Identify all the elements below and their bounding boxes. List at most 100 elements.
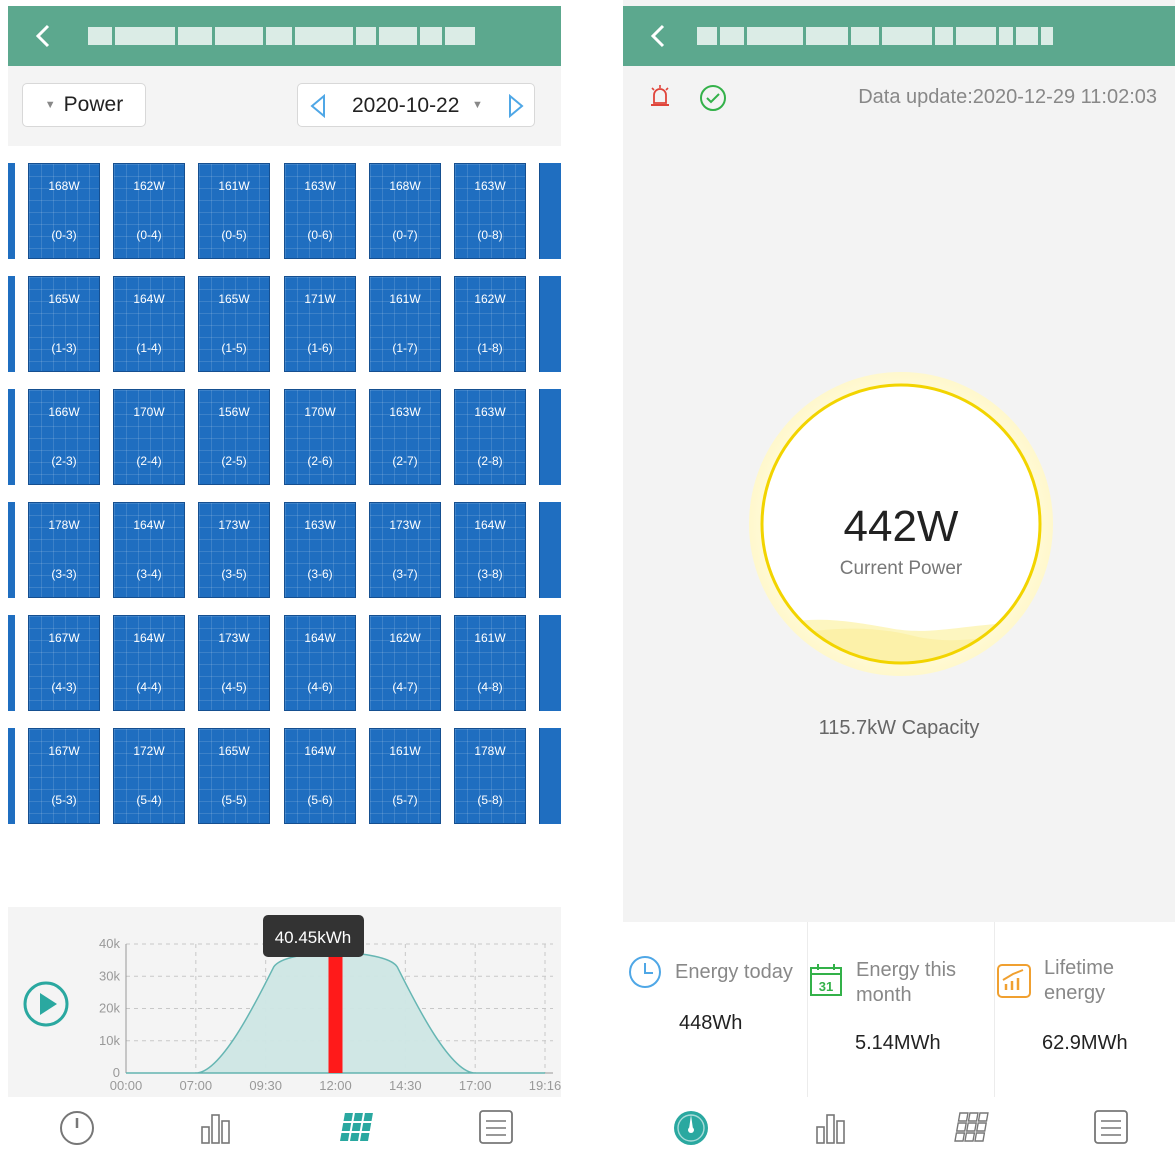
solar-panel[interactable]: 168W (0-3) [28,163,100,259]
lifetime-energy-card[interactable]: Lifetime energy 62.9MWh [995,922,1175,1097]
panel-power: 161W [389,744,421,758]
solar-panel[interactable]: 171W (1-6) [284,276,356,372]
panel-id: (5-7) [392,793,418,807]
solar-panel[interactable]: 161W (1-7) [369,276,441,372]
dashboard-icon[interactable] [669,1107,713,1147]
filter-toolbar: ▼ Power 2020-10-22 ▼ [8,66,561,146]
panel-power: 165W [218,744,250,758]
solar-panel[interactable]: 161W (4-8) [454,615,526,711]
panel-id: (1-5) [221,341,247,355]
alarm-icon[interactable] [649,84,671,108]
status-ok-icon[interactable] [699,84,727,112]
solar-panel[interactable]: 163W (0-8) [454,163,526,259]
calendar-icon: 31 [810,964,842,996]
solar-panel[interactable]: 161W (5-7) [369,728,441,824]
dashboard-icon[interactable] [55,1107,99,1147]
next-day-icon[interactable] [506,94,526,118]
back-arrow-icon[interactable] [30,22,58,50]
energy-month-card[interactable]: 31 Energy this month 5.14MWh [808,922,994,1097]
panel-power: 163W [474,179,506,193]
bottom-navigation [623,1097,1175,1153]
solar-panel[interactable]: 165W (1-5) [198,276,270,372]
panel-power: 162W [474,292,506,306]
solar-panel[interactable]: 161W (0-5) [198,163,270,259]
energy-today-card[interactable]: Energy today 448Wh [623,922,807,1097]
solar-panel[interactable]: 164W (3-4) [113,502,185,598]
solar-panel[interactable]: 164W (5-6) [284,728,356,824]
previous-day-icon[interactable] [308,94,328,118]
x-tick-label: 00:00 [110,1078,143,1093]
panel-power: 173W [218,518,250,532]
bar-chart-icon[interactable] [809,1107,853,1147]
x-tick-label: 17:00 [459,1078,492,1093]
solar-panel[interactable]: 164W (3-8) [454,502,526,598]
back-arrow-icon[interactable] [645,22,673,50]
page-title [697,24,1053,48]
panels-icon[interactable] [334,1107,378,1147]
solar-panel[interactable]: 173W (3-5) [198,502,270,598]
y-tick-label: 20k [99,1001,120,1016]
panel-power: 168W [389,179,421,193]
panel-id: (4-7) [392,680,418,694]
solar-panel[interactable]: 168W (0-7) [369,163,441,259]
solar-panel[interactable]: 163W (0-6) [284,163,356,259]
panel-id: (3-3) [51,567,77,581]
panel-power: 162W [133,179,165,193]
solar-panel[interactable]: 170W (2-6) [284,389,356,485]
panel-id: (4-4) [136,680,162,694]
panel-power: 163W [474,405,506,419]
solar-panel[interactable]: 178W (3-3) [28,502,100,598]
solar-panel[interactable]: 162W (0-4) [113,163,185,259]
solar-panel[interactable]: 165W (5-5) [198,728,270,824]
solar-panel[interactable]: 167W (4-3) [28,615,100,711]
solar-panel[interactable]: 166W (2-3) [28,389,100,485]
solar-panel[interactable]: 163W (2-8) [454,389,526,485]
panel-power: 164W [474,518,506,532]
panel-power: 156W [218,405,250,419]
date-picker[interactable]: 2020-10-22 ▼ [297,83,535,127]
bottom-navigation [8,1097,561,1153]
panel-power: 163W [304,518,336,532]
panel-partial [8,615,15,711]
solar-panel[interactable]: 178W (5-8) [454,728,526,824]
panel-partial [539,728,561,824]
solar-panel[interactable]: 156W (2-5) [198,389,270,485]
solar-panel[interactable]: 167W (5-3) [28,728,100,824]
panel-id: (5-4) [136,793,162,807]
energy-month-value: 5.14MWh [855,1032,941,1054]
solar-panel[interactable]: 170W (2-4) [113,389,185,485]
panels-icon[interactable] [949,1107,993,1147]
metric-select[interactable]: ▼ Power [22,83,146,127]
solar-panel[interactable]: 173W (3-7) [369,502,441,598]
current-power-label: Current Power [839,558,963,579]
solar-panel[interactable]: 164W (4-6) [284,615,356,711]
chart-canvas[interactable]: 40k30k20k10k000:00 07:00 09:30 12:00 14:30 17… [8,907,561,1097]
app-header [8,6,561,66]
panel-power: 161W [474,631,506,645]
solar-panel[interactable]: 164W (1-4) [113,276,185,372]
solar-panel[interactable]: 165W (1-3) [28,276,100,372]
bar-chart-icon[interactable] [194,1107,238,1147]
panel-id: (5-5) [221,793,247,807]
panel-id: (3-5) [221,567,247,581]
tooltip-text: 40.45kWh [275,928,352,947]
panel-partial [539,389,561,485]
solar-panel[interactable]: 163W (2-7) [369,389,441,485]
panel-power: 164W [304,744,336,758]
panel-id: (2-5) [221,454,247,468]
panel-power: 165W [218,292,250,306]
list-icon[interactable] [474,1107,518,1147]
solar-panel[interactable]: 162W (1-8) [454,276,526,372]
panel-id: (3-6) [307,567,333,581]
solar-panel[interactable]: 163W (3-6) [284,502,356,598]
solar-panel[interactable]: 172W (5-4) [113,728,185,824]
list-icon[interactable] [1089,1107,1133,1147]
date-value[interactable]: 2020-10-22 [352,94,459,118]
panel-id: (5-3) [51,793,77,807]
panel-partial [539,615,561,711]
solar-panel[interactable]: 173W (4-5) [198,615,270,711]
solar-panel[interactable]: 162W (4-7) [369,615,441,711]
energy-stats: Energy today 448Wh 31 Energy this month … [623,922,1175,1097]
panel-power: 170W [304,405,336,419]
solar-panel[interactable]: 164W (4-4) [113,615,185,711]
